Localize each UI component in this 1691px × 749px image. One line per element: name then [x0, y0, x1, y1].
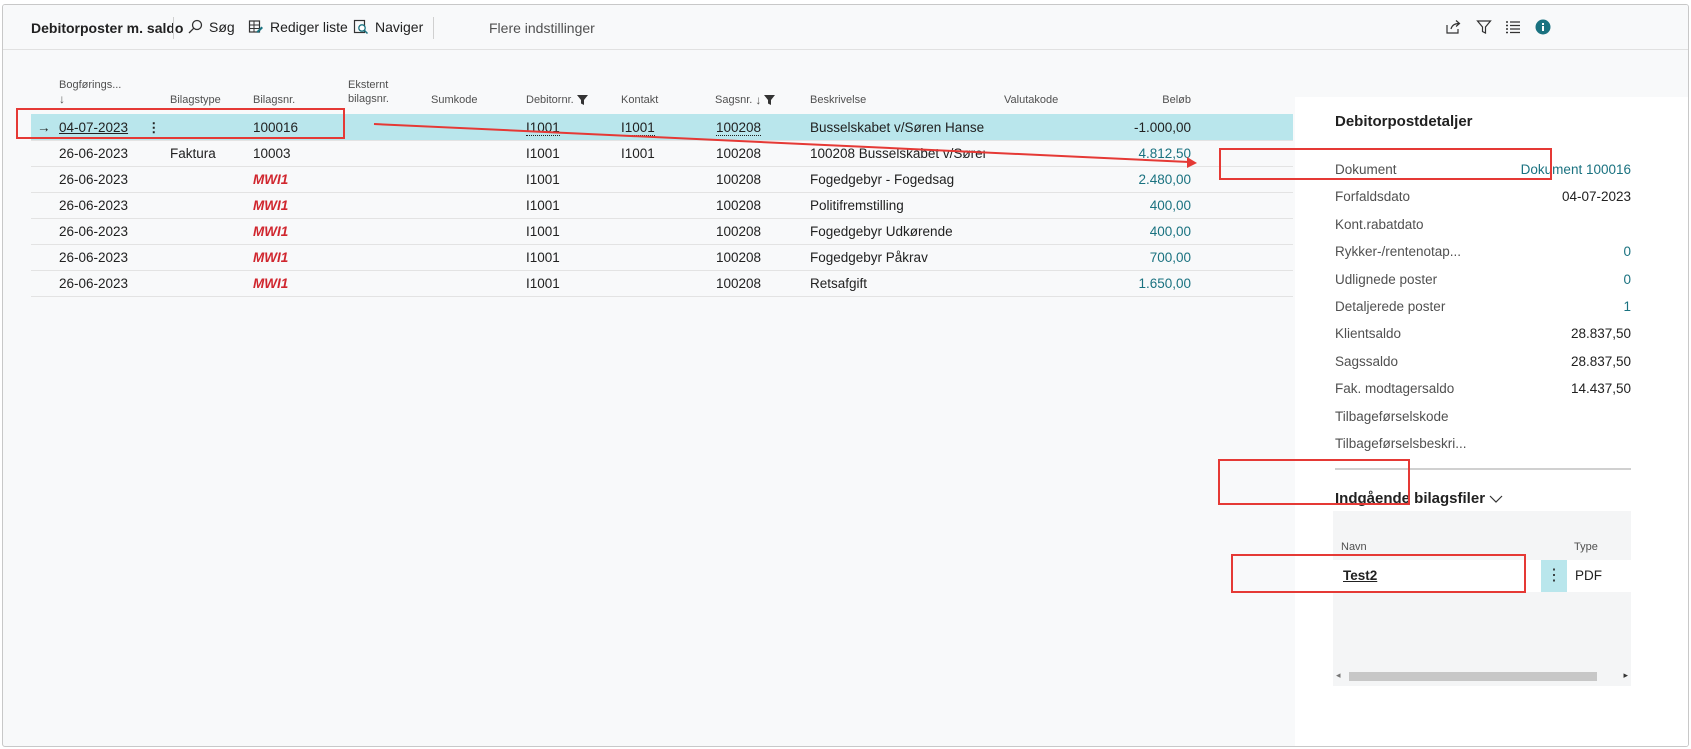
annotation-arrow — [373, 123, 1197, 168]
app-frame: Debitorposter m. saldo Søg Rediger liste… — [2, 4, 1689, 747]
